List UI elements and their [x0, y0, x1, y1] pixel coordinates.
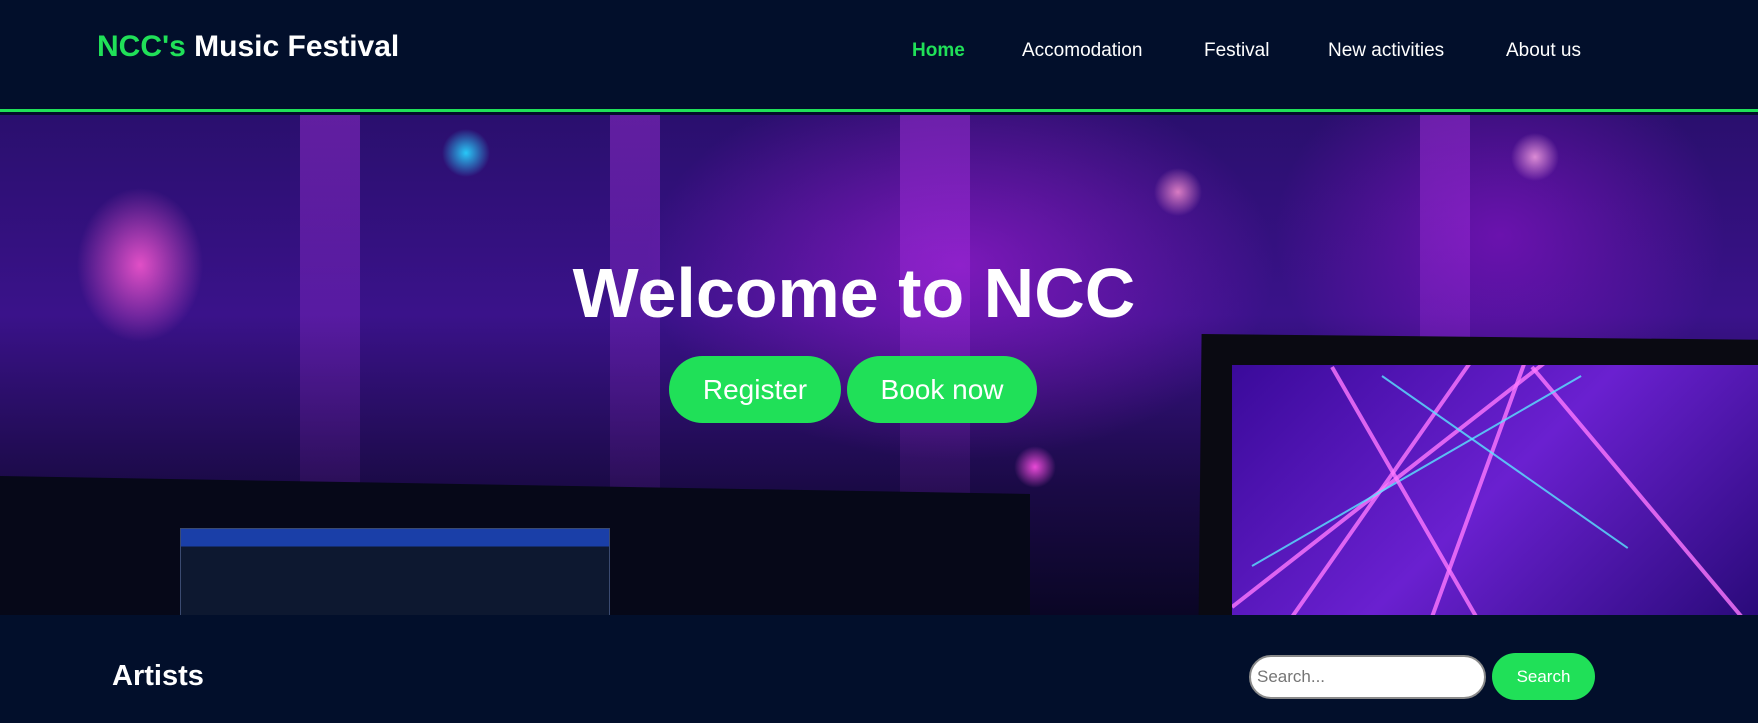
monitor-screen: [1232, 365, 1758, 615]
hero-title: Welcome to NCC: [572, 254, 1136, 332]
nav-about-us[interactable]: About us: [1506, 40, 1581, 62]
nav-accomodation[interactable]: Accomodation: [1022, 40, 1142, 62]
main-nav: Home Accomodation Festival New activitie…: [0, 40, 1758, 70]
hero-banner: Welcome to NCC Register Book now: [0, 115, 1758, 615]
site-header: NCC's Music Festival Home Accomodation F…: [0, 0, 1758, 112]
book-now-button[interactable]: Book now: [847, 356, 1037, 423]
search-input[interactable]: [1249, 655, 1486, 699]
console-screen: [180, 528, 610, 615]
nav-new-activities[interactable]: New activities: [1328, 40, 1444, 62]
search-button[interactable]: Search: [1492, 653, 1595, 700]
nav-home[interactable]: Home: [912, 40, 965, 62]
laser-line: [1530, 365, 1758, 615]
laser-line: [1251, 375, 1582, 567]
register-button[interactable]: Register: [669, 356, 841, 423]
laser-line: [1290, 365, 1524, 615]
artists-heading: Artists: [112, 660, 204, 692]
nav-festival[interactable]: Festival: [1204, 40, 1269, 62]
